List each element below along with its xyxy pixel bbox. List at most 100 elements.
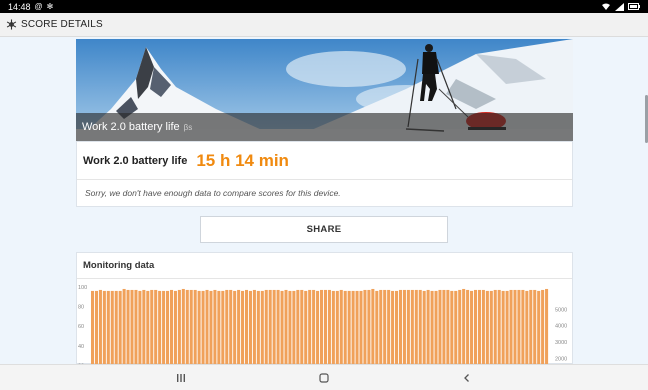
chart-bar [406,289,410,364]
chart-bar [110,290,114,364]
chart-bar [545,288,549,364]
back-button[interactable] [396,365,539,390]
chart-bar [94,290,98,364]
chart-bar [525,290,529,364]
chart-bar [466,289,470,364]
chart-bar [335,290,339,364]
chart-bar [489,290,493,364]
monitoring-card: Monitoring data 10080604020 500040003000… [76,252,573,364]
chart-bar [367,289,371,364]
chart-bar [537,290,541,364]
chart-bar [422,290,426,364]
hero-image: Work 2.0 battery life βs [76,39,573,141]
chart-bar [304,290,308,364]
chart-bar [327,289,331,364]
signal-icon [615,2,624,11]
chart-bar [280,290,284,364]
chart-bar [308,289,312,364]
chart-bar [450,290,454,364]
chart-bar [134,289,138,364]
chart-bar [430,290,434,364]
hero-label: Work 2.0 battery life βs [76,113,573,141]
chart-bar [268,289,272,364]
chart-bar [320,289,324,364]
chart-bar [193,289,197,364]
chart-bar [158,290,162,364]
chart-bar [106,290,110,364]
chart-bar [395,290,399,364]
snowflake-icon[interactable] [6,19,17,30]
chart-bar [264,289,268,364]
chart-bar [181,288,185,364]
chart-bar [541,289,545,364]
chart-bar [363,289,367,364]
page-title: SCORE DETAILS [21,19,103,30]
chart-bar [485,290,489,364]
back-icon [464,373,469,382]
monitoring-chart: 10080604020 5000400030002000 [78,285,567,364]
chart-bar [177,289,181,364]
chart-bar [355,290,359,364]
right-axis-tick: 3000 [555,340,567,346]
gear-icon: ✻ [46,2,54,11]
chart-bar [217,290,221,364]
chart-bar [481,289,485,364]
chart-bar [505,290,509,364]
chart-bar [391,290,395,364]
chart-bar [462,288,466,364]
chart-bar [497,289,501,364]
chart-bar [252,289,256,364]
chart-bar [130,289,134,364]
chart-bar [150,289,154,364]
chart-bar [292,290,296,364]
chart-bar [233,290,237,364]
chart-bar [296,289,300,364]
chart-bar [154,289,158,364]
chart-bar [521,289,525,364]
status-time: 14:48 [8,1,31,12]
chart-bar [162,290,166,364]
chart-bar [513,289,517,364]
chart-bar [209,290,213,364]
score-row: Work 2.0 battery life 15 h 14 min [77,142,572,180]
chart-bar [470,290,474,364]
chart-bar [375,290,379,364]
left-axis-tick: 40 [78,344,84,350]
app-bar: SCORE DETAILS [0,13,648,37]
chart-bar [237,289,241,364]
recents-button[interactable] [110,365,253,390]
left-axis-tick: 60 [78,324,84,330]
at-sign-icon: @ [34,2,43,11]
left-axis-tick: 80 [78,305,84,311]
chart-bar [118,290,122,364]
chart-bar [284,289,288,364]
chart-bar [410,289,414,364]
chart-bar [351,290,355,364]
chart-bar [509,289,513,364]
chart-bar [205,289,209,364]
chart-bar [169,289,174,364]
monitoring-title: Monitoring data [77,253,572,279]
share-button-label: SHARE [306,224,342,235]
navigation-bar [0,364,648,390]
score-note: Sorry, we don't have enough data to comp… [85,188,341,198]
battery-icon [628,3,640,10]
chart-bar [173,290,177,364]
chart-bar [414,289,418,364]
chart-bar [276,289,280,364]
chart-bar [189,289,193,364]
chart-bar [146,290,150,364]
chart-bar [477,289,481,364]
chart-bar [300,289,304,364]
chart-bar [454,290,458,364]
chart-bar [501,290,505,364]
chart-bar [138,290,142,364]
chart-bar [398,289,403,364]
recents-icon [177,373,185,382]
share-button[interactable]: SHARE [200,216,448,243]
home-button[interactable] [253,365,396,390]
home-icon [319,372,329,383]
chart-bar [533,289,537,364]
chart-bar [383,289,387,364]
score-card: Work 2.0 battery life 15 h 14 min Sorry,… [76,141,573,207]
